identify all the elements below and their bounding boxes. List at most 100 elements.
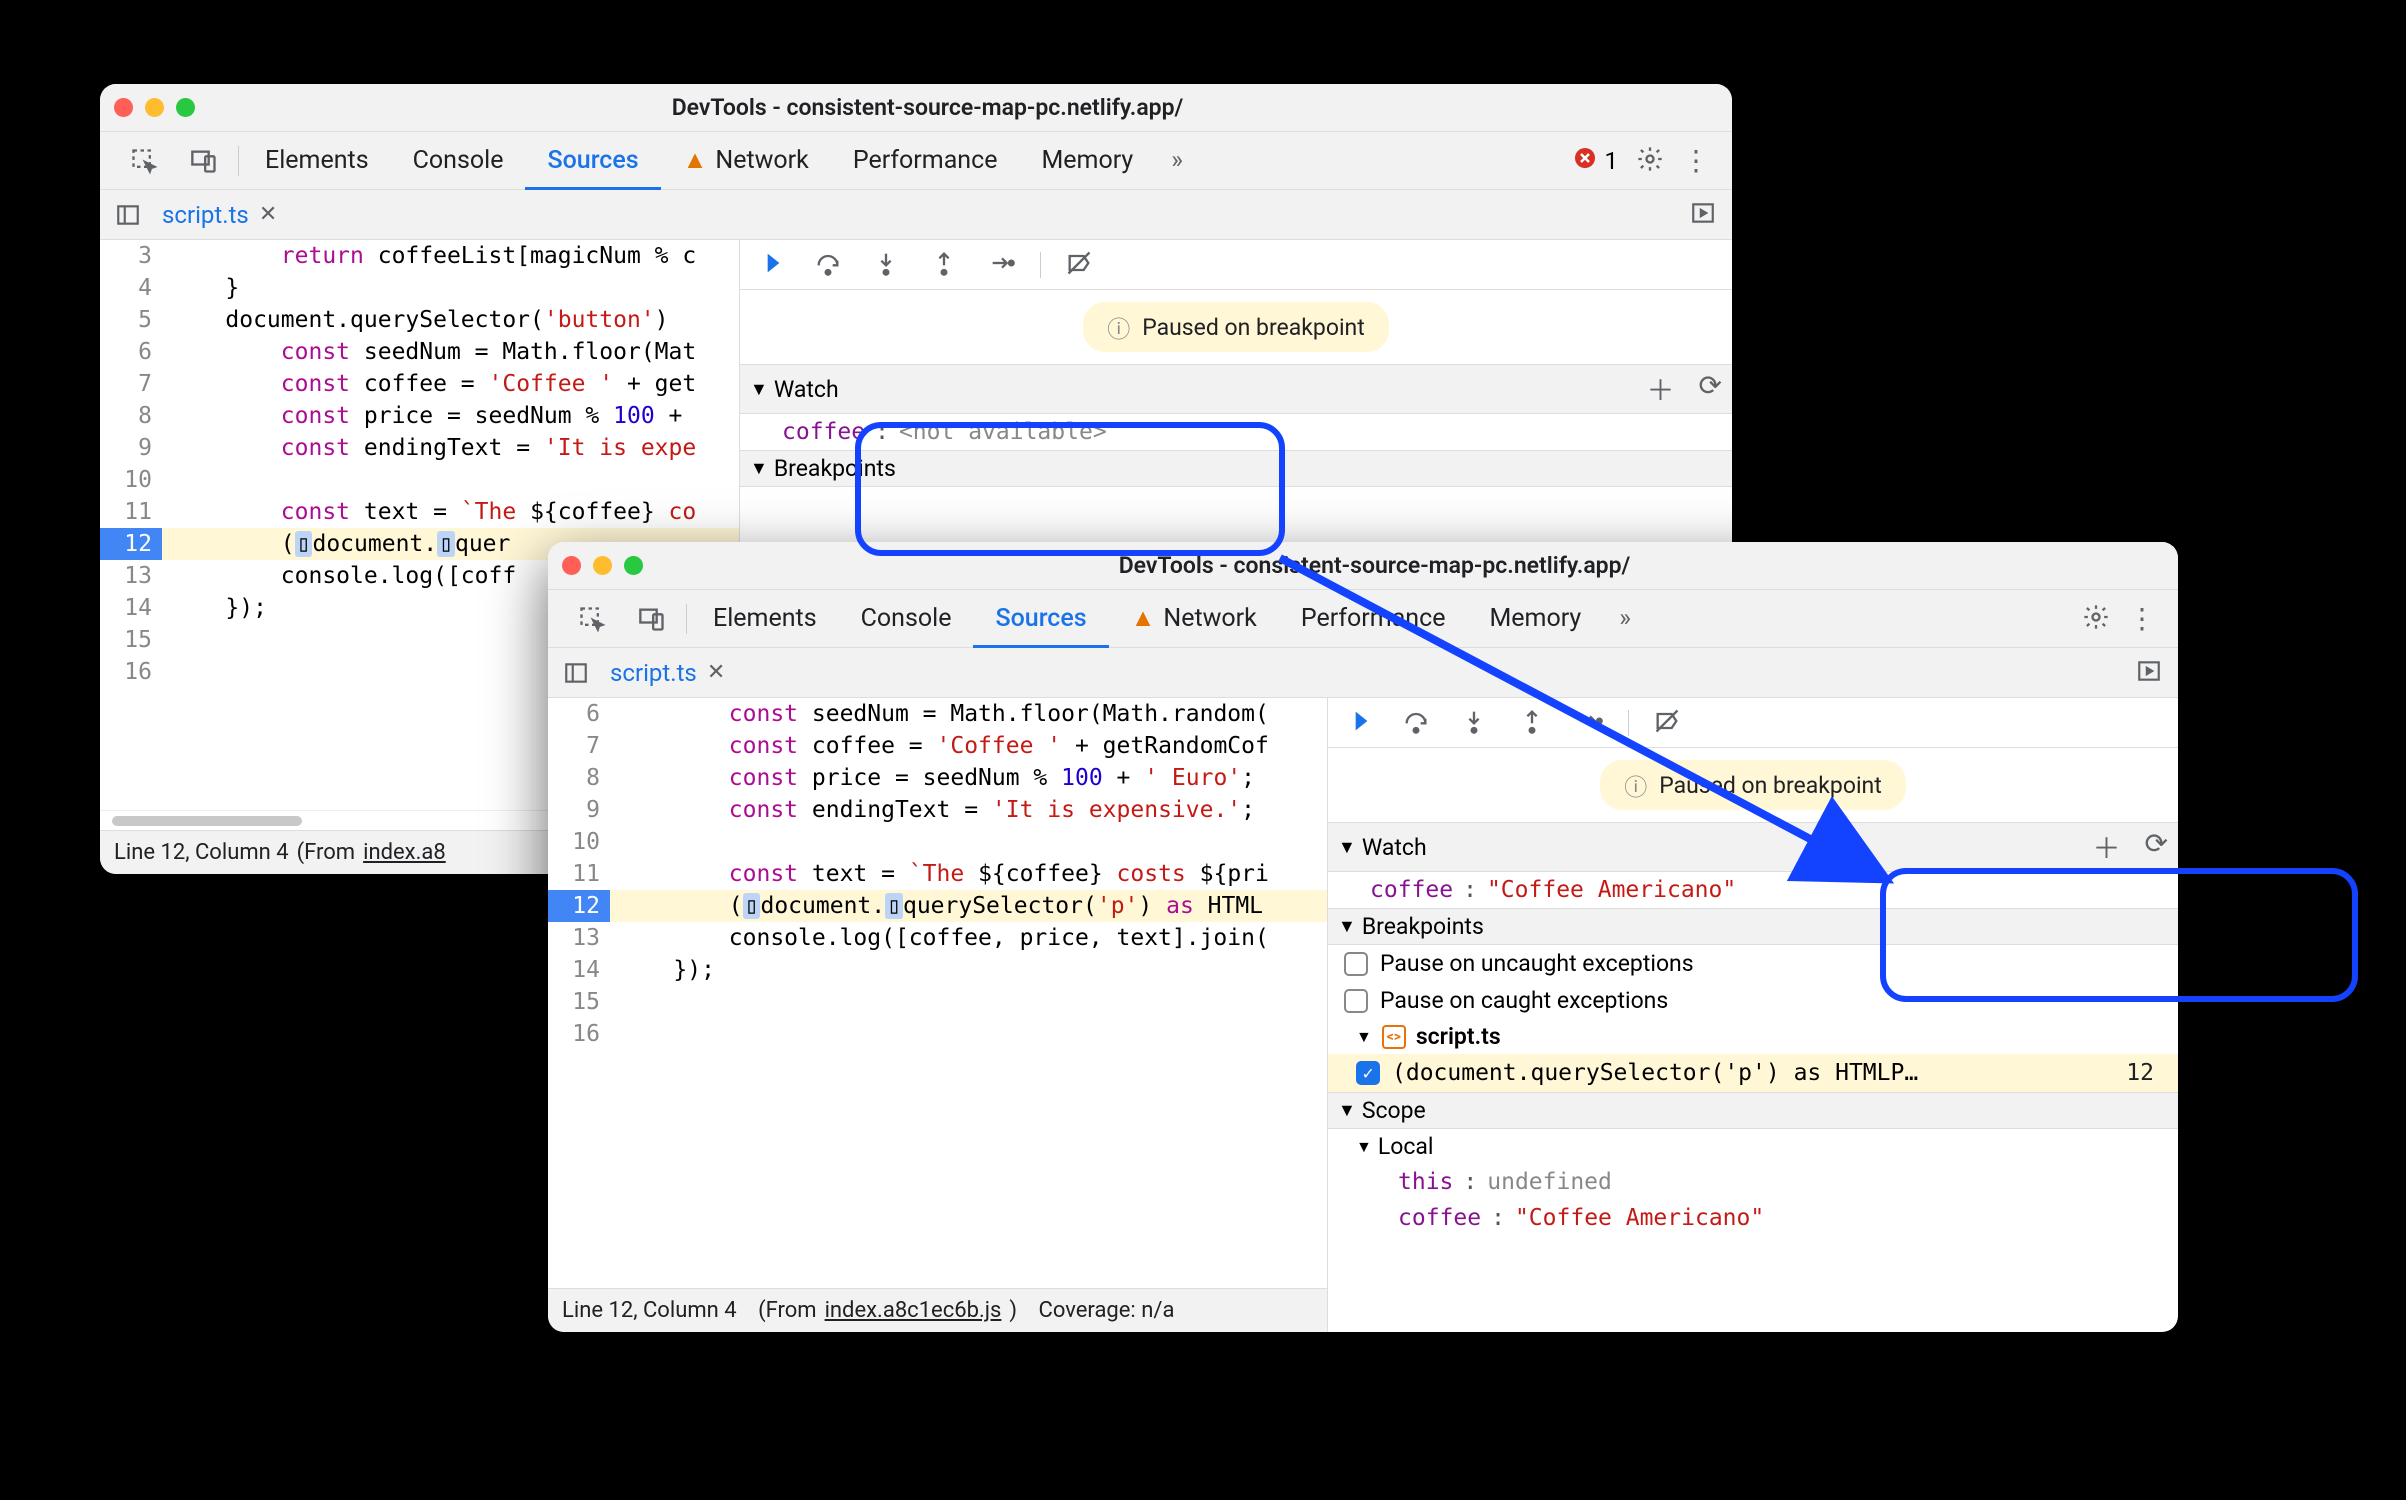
code-line[interactable]: 12 (▯document.▯querySelector('p') as HTM… xyxy=(548,890,1327,922)
gear-icon[interactable] xyxy=(2082,603,2110,635)
code-line[interactable]: 16 xyxy=(548,1018,1327,1050)
line-number[interactable]: 10 xyxy=(548,826,610,858)
tab-elements[interactable]: Elements xyxy=(691,590,839,648)
error-badge[interactable]: 1 xyxy=(1573,146,1619,176)
step-into-icon[interactable] xyxy=(1460,707,1488,739)
tab-memory[interactable]: Memory xyxy=(1467,590,1603,648)
code-line[interactable]: 10 xyxy=(548,826,1327,858)
tab-network[interactable]: ▲Network xyxy=(1109,590,1279,648)
step-over-icon[interactable] xyxy=(1402,707,1430,739)
watch-expression[interactable]: coffee: "Coffee Americano" xyxy=(1328,872,2178,908)
code-line[interactable]: 8 const price = seedNum % 100 + xyxy=(100,400,739,432)
line-number[interactable]: 15 xyxy=(100,624,162,656)
file-tab-script[interactable]: script.ts ✕ xyxy=(596,651,739,695)
code-line[interactable]: 9 const endingText = 'It is expe xyxy=(100,432,739,464)
line-number[interactable]: 6 xyxy=(100,336,162,368)
code-line[interactable]: 14 }); xyxy=(548,954,1327,986)
line-number[interactable]: 11 xyxy=(548,858,610,890)
line-number[interactable]: 9 xyxy=(548,794,610,826)
line-number[interactable]: 9 xyxy=(100,432,162,464)
line-number[interactable]: 16 xyxy=(100,656,162,688)
gear-icon[interactable] xyxy=(1636,145,1664,177)
code-line[interactable]: 3 return coffeeList[magicNum % c xyxy=(100,240,739,272)
checkbox-checked-icon[interactable]: ✓ xyxy=(1356,1061,1380,1085)
file-tab-script[interactable]: script.ts ✕ xyxy=(148,193,291,237)
scope-variable-coffee[interactable]: coffee: "Coffee Americano" xyxy=(1328,1200,2178,1236)
checkbox-unchecked-icon[interactable] xyxy=(1344,952,1368,976)
resume-icon[interactable] xyxy=(756,249,784,281)
breakpoints-pane-header[interactable]: ▼ Breakpoints xyxy=(740,450,1732,487)
close-icon[interactable]: ✕ xyxy=(707,660,725,685)
line-number[interactable]: 7 xyxy=(100,368,162,400)
line-number[interactable]: 13 xyxy=(548,922,610,954)
tab-network[interactable]: ▲Network xyxy=(661,132,831,190)
code-line[interactable]: 9 const endingText = 'It is expensive.'; xyxy=(548,794,1327,826)
more-tabs-icon[interactable]: » xyxy=(1603,596,1647,641)
close-icon[interactable]: ✕ xyxy=(259,202,277,227)
inspect-icon[interactable] xyxy=(114,139,174,183)
resume-icon[interactable] xyxy=(1344,707,1372,739)
tab-sources[interactable]: Sources xyxy=(973,590,1108,648)
tab-console[interactable]: Console xyxy=(839,590,974,648)
device-icon[interactable] xyxy=(622,597,682,641)
refresh-icon[interactable]: ⟳ xyxy=(2145,827,2168,867)
bp-pause-uncaught[interactable]: Pause on uncaught exceptions xyxy=(1328,945,2178,982)
code-line[interactable]: 11 const text = `The ${coffee} co xyxy=(100,496,739,528)
sourcemap-origin[interactable]: index.a8 xyxy=(363,840,446,865)
deactivate-breakpoints-icon[interactable] xyxy=(1653,707,1681,739)
step-out-icon[interactable] xyxy=(1518,707,1546,739)
code-line[interactable]: 4 } xyxy=(100,272,739,304)
checkbox-unchecked-icon[interactable] xyxy=(1344,989,1368,1013)
line-number[interactable]: 10 xyxy=(100,464,162,496)
code-line[interactable]: 6 const seedNum = Math.floor(Math.random… xyxy=(548,698,1327,730)
navigator-toggle-icon[interactable] xyxy=(108,202,148,228)
tab-elements[interactable]: Elements xyxy=(243,132,391,190)
line-number[interactable]: 3 xyxy=(100,240,162,272)
kebab-icon[interactable]: ⋮ xyxy=(2128,602,2156,635)
breakpoint-entry[interactable]: ✓ (document.querySelector('p') as HTMLP…… xyxy=(1328,1054,2178,1092)
code-line[interactable]: 5 document.querySelector('button') xyxy=(100,304,739,336)
bp-pause-caught[interactable]: Pause on caught exceptions xyxy=(1328,982,2178,1019)
line-number[interactable]: 13 xyxy=(100,560,162,592)
watch-expression[interactable]: coffee: <not available> xyxy=(740,414,1732,450)
line-number[interactable]: 5 xyxy=(100,304,162,336)
code-line[interactable]: 7 const coffee = 'Coffee ' + get xyxy=(100,368,739,400)
close-icon[interactable] xyxy=(562,556,581,575)
step-icon[interactable] xyxy=(988,249,1016,281)
bp-file-group[interactable]: ▼ <> script.ts xyxy=(1328,1019,2178,1054)
breakpoints-pane-header[interactable]: ▼ Breakpoints xyxy=(1328,908,2178,945)
code-line[interactable]: 8 const price = seedNum % 100 + ' Euro'; xyxy=(548,762,1327,794)
kebab-icon[interactable]: ⋮ xyxy=(1682,144,1710,177)
close-icon[interactable] xyxy=(114,98,133,117)
scope-local-header[interactable]: ▼ Local xyxy=(1328,1129,2178,1164)
watch-pane-header[interactable]: ▼ Watch ＋ ⟳ xyxy=(1328,822,2178,872)
step-out-icon[interactable] xyxy=(930,249,958,281)
line-number[interactable]: 14 xyxy=(548,954,610,986)
more-tabs-icon[interactable]: » xyxy=(1155,138,1199,183)
tab-console[interactable]: Console xyxy=(391,132,526,190)
line-number[interactable]: 12 xyxy=(100,528,162,560)
tab-sources[interactable]: Sources xyxy=(525,132,660,190)
code-line[interactable]: 11 const text = `The ${coffee} costs ${p… xyxy=(548,858,1327,890)
code-line[interactable]: 15 xyxy=(548,986,1327,1018)
code-line[interactable]: 7 const coffee = 'Coffee ' + getRandomCo… xyxy=(548,730,1327,762)
scope-variable-this[interactable]: this: undefined xyxy=(1328,1164,2178,1200)
add-watch-icon[interactable]: ＋ xyxy=(2093,827,2121,867)
device-icon[interactable] xyxy=(174,139,234,183)
step-over-icon[interactable] xyxy=(814,249,842,281)
scope-pane-header[interactable]: ▼ Scope xyxy=(1328,1092,2178,1129)
navigator-toggle-icon[interactable] xyxy=(556,660,596,686)
code-line[interactable]: 13 console.log([coffee, price, text].joi… xyxy=(548,922,1327,954)
run-snippet-icon[interactable] xyxy=(1690,211,1716,230)
run-snippet-icon[interactable] xyxy=(2136,669,2162,688)
code-editor[interactable]: 6 const seedNum = Math.floor(Math.random… xyxy=(548,698,1328,1332)
line-number[interactable]: 4 xyxy=(100,272,162,304)
sourcemap-origin[interactable]: index.a8c1ec6b.js xyxy=(825,1298,1002,1323)
tab-performance[interactable]: Performance xyxy=(1279,590,1468,648)
line-number[interactable]: 16 xyxy=(548,1018,610,1050)
code-line[interactable]: 10 xyxy=(100,464,739,496)
line-number[interactable]: 14 xyxy=(100,592,162,624)
line-number[interactable]: 7 xyxy=(548,730,610,762)
line-number[interactable]: 12 xyxy=(548,890,610,922)
maximize-icon[interactable] xyxy=(176,98,195,117)
